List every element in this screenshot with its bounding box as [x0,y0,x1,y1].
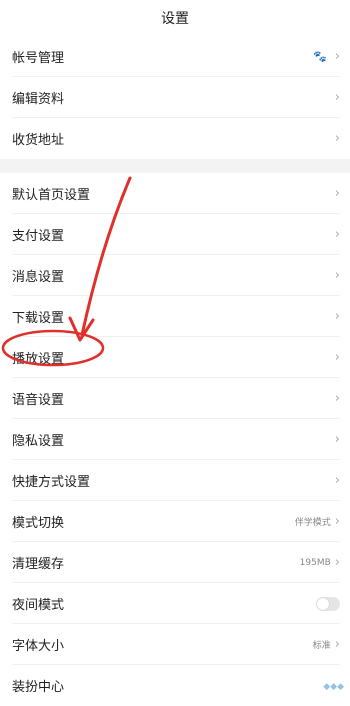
night-mode-row: 夜间模式 [0,583,350,624]
chevron-right-icon: › [334,473,340,488]
clear-cache-row[interactable]: 清理缓存 195MB › [0,542,350,583]
account-group: 帐号管理 🐾 › 编辑资料 › 收货地址 › [0,36,350,159]
night-mode-toggle[interactable] [316,596,340,611]
edit-profile-row[interactable]: 编辑资料 › [0,77,350,118]
toggle-knob [317,597,329,610]
chevron-right-icon: › [334,391,340,406]
chevron-right-icon: › [334,555,340,570]
settings-group: 默认首页设置 › 支付设置 › 消息设置 › 下载设置 › 播放设置 › 语音设… [0,173,350,706]
row-label: 快捷方式设置 [12,475,91,490]
chevron-right-icon: › [334,268,340,283]
chevron-right-icon: › [334,49,340,64]
chevron-right-icon: › [334,350,340,365]
row-label: 消息设置 [12,270,65,285]
page-title: 设置 [161,11,189,27]
row-label: 字体大小 [12,639,65,654]
row-label: 隐私设置 [12,434,65,449]
voice-settings-row[interactable]: 语音设置 › [0,378,350,419]
chevron-right-icon: › [334,131,340,146]
chevron-right-icon: › [334,309,340,324]
page-title-bar: 设置 [0,0,350,36]
chevron-right-icon: › [334,186,340,201]
row-label: 语音设置 [12,393,65,408]
cache-size-value: 195MB [299,557,331,568]
row-label: 默认首页设置 [12,188,91,203]
shipping-address-row[interactable]: 收货地址 › [0,118,350,159]
paw-icon: 🐾 [313,50,327,63]
row-label: 装扮中心 [12,680,65,695]
row-label: 清理缓存 [12,557,65,572]
message-settings-row[interactable]: 消息设置 › [0,255,350,296]
row-label: 模式切换 [12,516,65,531]
section-divider [0,159,350,173]
default-homepage-settings-row[interactable]: 默认首页设置 › [0,173,350,214]
chevron-right-icon: › [334,432,340,447]
watermark-logo: ◆◆◆ [323,682,344,692]
row-label: 收货地址 [12,133,65,148]
row-label: 下载设置 [12,311,65,326]
dress-up-center-row[interactable]: 装扮中心 [0,665,350,706]
privacy-settings-row[interactable]: 隐私设置 › [0,419,350,460]
row-label: 帐号管理 [12,51,65,66]
account-management-row[interactable]: 帐号管理 🐾 › [0,36,350,77]
mode-value: 伴学模式 [294,518,331,528]
row-label: 夜间模式 [12,598,65,613]
mode-switch-row[interactable]: 模式切换 伴学模式 › [0,501,350,542]
chevron-right-icon: › [334,514,340,529]
font-size-value: 标准 [312,641,331,651]
font-size-row[interactable]: 字体大小 标准 › [0,624,350,665]
download-settings-row[interactable]: 下载设置 › [0,296,350,337]
chevron-right-icon: › [334,227,340,242]
payment-settings-row[interactable]: 支付设置 › [0,214,350,255]
row-label: 编辑资料 [12,92,65,107]
chevron-right-icon: › [334,637,340,652]
playback-settings-row[interactable]: 播放设置 › [0,337,350,378]
row-label: 播放设置 [12,352,65,367]
row-label: 支付设置 [12,229,65,244]
chevron-right-icon: › [334,90,340,105]
shortcut-settings-row[interactable]: 快捷方式设置 › [0,460,350,501]
